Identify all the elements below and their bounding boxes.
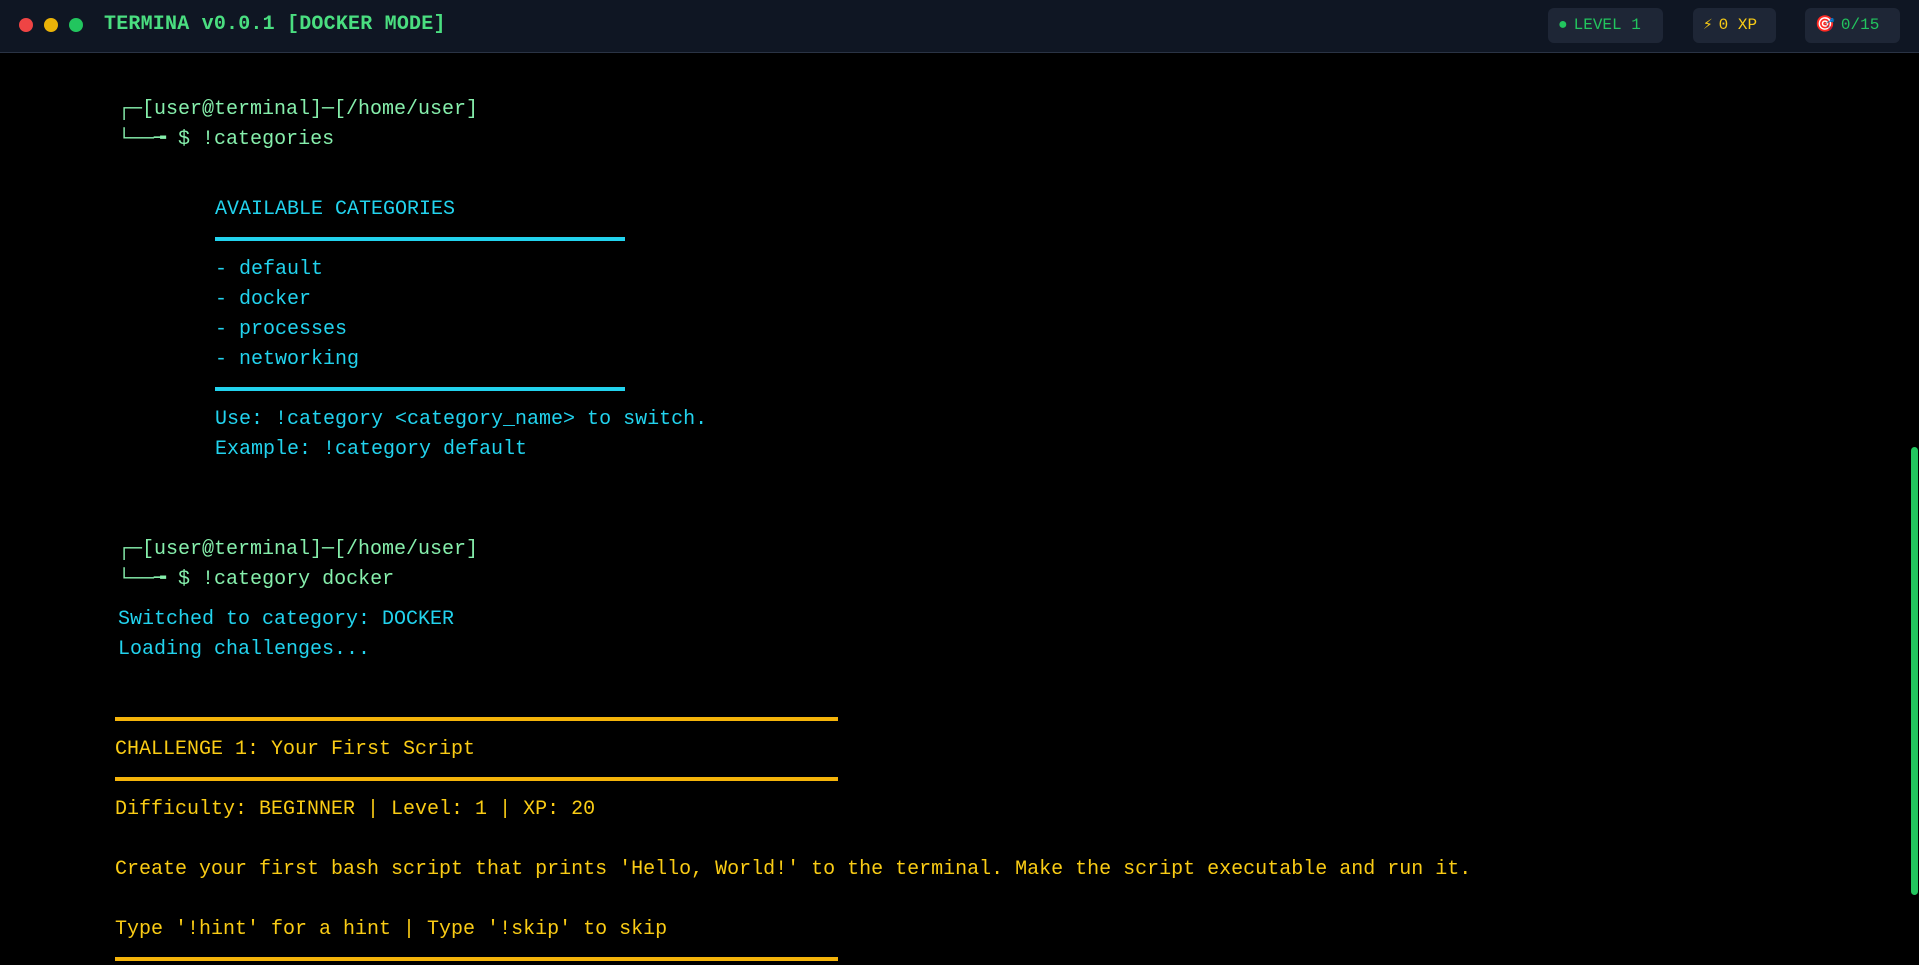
challenge-divider-top	[115, 717, 838, 721]
prompt-path-line: ┌─[user@terminal]─[/home/user]	[118, 538, 479, 561]
title-bar: TERMINA v0.0.1 [DOCKER MODE] ● LEVEL 1 ⚡ 0…	[0, 0, 1919, 53]
category-item: - processes	[215, 318, 348, 341]
prompt-command-line: └──╼ $ !categories	[118, 128, 335, 151]
loading-message: Loading challenges...	[118, 638, 371, 661]
switched-message: Switched to category: DOCKER	[118, 608, 455, 631]
category-item: - default	[215, 258, 324, 281]
target-icon: 🎯	[1815, 16, 1835, 34]
xp-label: 0 XP	[1718, 16, 1758, 34]
categories-divider-bottom	[215, 387, 625, 391]
level-label: LEVEL 1	[1573, 16, 1641, 34]
categories-divider-top	[215, 237, 625, 241]
challenge-meta: Difficulty: BEGINNER | Level: 1 | XP: 20	[115, 798, 596, 821]
challenge-help: Type '!hint' for a hint | Type '!skip' t…	[115, 918, 668, 941]
xp-badge: ⚡ 0 XP	[1693, 8, 1776, 43]
challenge-divider-bottom	[115, 957, 838, 961]
category-item: - networking	[215, 348, 360, 371]
progress-label: 0/15	[1840, 16, 1880, 34]
challenge-divider-mid	[115, 777, 838, 781]
prompt-command-line: └──╼ $ !category docker	[118, 568, 395, 591]
close-window-button[interactable]	[19, 18, 33, 32]
scrollbar-thumb[interactable]	[1911, 447, 1918, 895]
category-item: - docker	[215, 288, 312, 311]
status-dot-icon: ●	[1558, 16, 1568, 34]
challenge-title: CHALLENGE 1: Your First Script	[115, 738, 476, 761]
maximize-window-button[interactable]	[69, 18, 83, 32]
example-text: Example: !category default	[215, 438, 528, 461]
usage-text: Use: !category <category_name> to switch…	[215, 408, 708, 431]
lightning-icon: ⚡	[1703, 16, 1713, 34]
level-badge: ● LEVEL 1	[1548, 8, 1663, 43]
challenge-description: Create your first bash script that print…	[115, 858, 1472, 881]
progress-badge: 🎯 0/15	[1805, 8, 1900, 43]
categories-heading: AVAILABLE CATEGORIES	[215, 198, 456, 221]
prompt-path-line: ┌─[user@terminal]─[/home/user]	[118, 98, 479, 121]
app-title: TERMINA v0.0.1 [DOCKER MODE]	[104, 13, 446, 36]
minimize-window-button[interactable]	[44, 18, 58, 32]
